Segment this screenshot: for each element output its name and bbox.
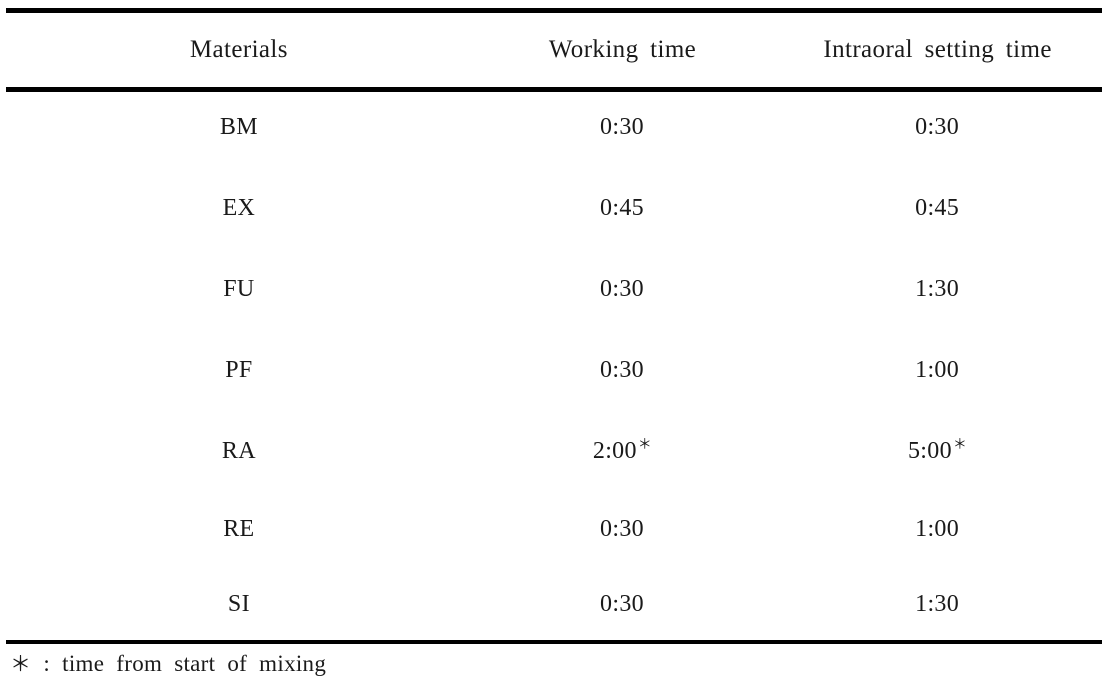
working-time-value: 2:00 — [592, 438, 637, 464]
cell-intraoral-setting-time: 0:30 — [773, 87, 1102, 168]
table-row: FU 0:30 1:30 — [6, 249, 1102, 330]
table-header: Materials Working time Intraoral setting… — [6, 12, 1102, 87]
cell-material: EX — [222, 195, 256, 221]
materials-timing-table: Materials Working time Intraoral setting… — [6, 12, 1102, 641]
cell-intraoral-setting-time: 1:00 — [773, 492, 1102, 567]
cell-working-time: 0:30 — [472, 330, 773, 411]
footnote-separator: : — [43, 651, 51, 676]
cell-material: SI — [227, 590, 250, 617]
cell-working-time: 0:30 — [472, 87, 773, 168]
table-container: Materials Working time Intraoral setting… — [0, 0, 1116, 694]
intraoral-setting-time-value: 1:00 — [915, 516, 960, 542]
footnote-text: time from start of mixing — [62, 651, 327, 676]
cell-material: RE — [223, 516, 255, 542]
intraoral-setting-time-value: 1:30 — [915, 276, 960, 302]
working-time-value: 0:30 — [600, 590, 644, 617]
cell-material: PF — [225, 357, 253, 383]
cell-material: FU — [223, 276, 255, 302]
table-body: BM 0:30 0:30 EX 0:45 0:45 FU 0:30 1:30 P… — [6, 87, 1102, 641]
intraoral-setting-time-value: 0:45 — [915, 195, 960, 221]
intraoral-setting-time-value: 1:00 — [915, 357, 960, 383]
cell-intraoral-setting-time: 0:45 — [773, 168, 1102, 249]
footnote-marker: ＊ — [952, 438, 968, 453]
cell-working-time: 0:30 — [472, 249, 773, 330]
working-time-value: 0:45 — [600, 195, 644, 221]
working-time-value: 0:30 — [600, 357, 644, 383]
cell-intraoral-setting-time: 1:30 — [773, 249, 1102, 330]
footnote-symbol: ＊ — [10, 652, 32, 676]
column-header-materials: Materials — [189, 35, 288, 63]
table-header-row: Materials Working time Intraoral setting… — [6, 12, 1102, 87]
intraoral-setting-time-value: 1:30 — [915, 590, 960, 617]
table-row: BM 0:30 0:30 — [6, 87, 1102, 168]
cell-material: BM — [219, 114, 258, 140]
working-time-value: 0:30 — [600, 276, 644, 302]
table-footnote: ＊ : time from start of mixing — [10, 648, 326, 678]
intraoral-setting-time-value: 0:30 — [915, 114, 960, 140]
cell-working-time: 0:45 — [472, 168, 773, 249]
column-header-working-time: Working time — [548, 35, 697, 63]
cell-material: RA — [221, 438, 256, 464]
column-header-intraoral-setting-time: Intraoral setting time — [823, 35, 1052, 63]
table-row: RE 0:30 1:00 — [6, 492, 1102, 567]
cell-intraoral-setting-time: 5:00＊ — [773, 411, 1102, 492]
working-time-value: 0:30 — [600, 114, 644, 140]
intraoral-setting-time-value: 5:00 — [908, 438, 952, 464]
cell-working-time: 0:30 — [472, 567, 773, 641]
cell-working-time: 0:30 — [472, 492, 773, 567]
table-row: RA 2:00＊ 5:00＊ — [6, 411, 1102, 492]
table-row: SI 0:30 1:30 — [6, 567, 1102, 641]
cell-intraoral-setting-time: 1:00 — [773, 330, 1102, 411]
working-time-value: 0:30 — [600, 516, 644, 542]
footnote-marker: ＊ — [637, 438, 653, 453]
table-row: PF 0:30 1:00 — [6, 330, 1102, 411]
cell-working-time: 2:00＊ — [472, 411, 773, 492]
cell-intraoral-setting-time: 1:30 — [773, 567, 1102, 641]
table-row: EX 0:45 0:45 — [6, 168, 1102, 249]
